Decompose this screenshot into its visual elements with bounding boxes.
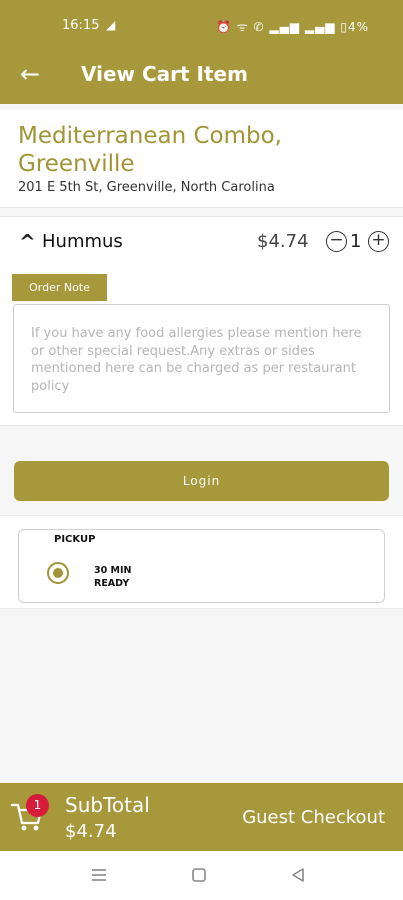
- triangle-back-icon[interactable]: [288, 865, 308, 885]
- radio-selected-icon[interactable]: [47, 562, 69, 584]
- subtotal-value: $4.74: [65, 821, 117, 842]
- pickup-section: PICKUP 30 MIN READY: [0, 515, 403, 609]
- system-nav-bar: [0, 851, 403, 900]
- guest-checkout-button[interactable]: Guest Checkout: [242, 807, 385, 828]
- square-icon[interactable]: [189, 865, 209, 885]
- restaurant-card: Mediterranean Combo, Greenville 201 E 5t…: [0, 110, 403, 208]
- checkout-bar: 1 SubTotal $4.74 Guest Checkout: [0, 783, 403, 851]
- pickup-ready-time: 30 MIN READY: [94, 564, 131, 590]
- order-note-label: Order Note: [12, 274, 107, 301]
- pickup-title: PICKUP: [54, 534, 96, 545]
- app-bar: ← View Cart Item: [0, 50, 403, 104]
- pickup-ready-line1: 30 MIN: [94, 565, 132, 576]
- status-icons: ⏰ ᯤ ✆ ▂▄▆ ▂▄▆ ▯4%: [215, 20, 369, 34]
- increment-button[interactable]: +: [368, 231, 389, 252]
- status-time: 16:15: [62, 18, 100, 33]
- quantity-value: 1: [350, 231, 362, 252]
- restaurant-address: 201 E 5th St, Greenville, North Carolina: [18, 180, 275, 195]
- subtotal-label: SubTotal: [65, 793, 150, 817]
- cart-item-card: ^ Hummus $4.74 − 1 + Order Note If you h…: [0, 216, 403, 426]
- telegram-icon: ◢: [106, 18, 116, 32]
- item-name: Hummus: [42, 231, 123, 252]
- order-note-input[interactable]: If you have any food allergies please me…: [13, 304, 390, 413]
- page-title: View Cart Item: [81, 62, 248, 86]
- pickup-option[interactable]: PICKUP 30 MIN READY: [18, 529, 385, 603]
- chevron-up-icon[interactable]: ^: [19, 230, 36, 254]
- status-bar: 16:15 ◢ ⏰ ᯤ ✆ ▂▄▆ ▂▄▆ ▯4%: [0, 0, 403, 50]
- login-button[interactable]: Login: [14, 461, 389, 501]
- menu-lines-icon[interactable]: [89, 865, 109, 885]
- cart-count-badge: 1: [26, 794, 49, 817]
- pickup-ready-line2: READY: [94, 578, 130, 589]
- back-arrow-icon[interactable]: ←: [20, 60, 40, 88]
- decrement-button[interactable]: −: [326, 231, 347, 252]
- restaurant-name: Mediterranean Combo, Greenville: [18, 123, 282, 177]
- item-price: $4.74: [257, 231, 309, 252]
